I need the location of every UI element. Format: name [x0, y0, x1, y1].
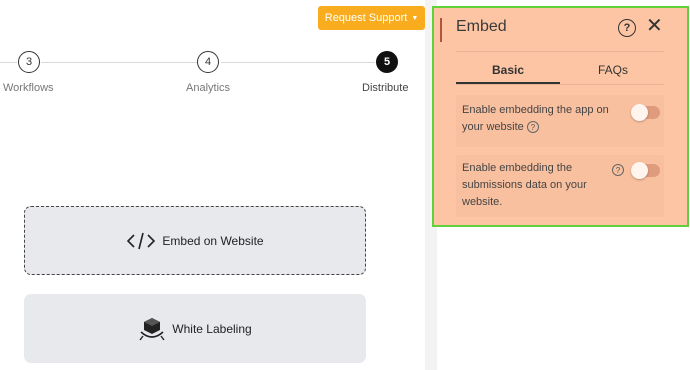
embed-on-website-card[interactable]: Embed on Website [24, 206, 366, 275]
toggle-knob [631, 104, 648, 121]
toggle-knob [631, 162, 648, 179]
tab-basic[interactable]: Basic [492, 63, 524, 77]
panel-title: Embed [456, 18, 507, 35]
step-4-circle[interactable]: 4 [197, 51, 219, 73]
help-icon[interactable]: ? [526, 121, 539, 134]
request-support-label: Request Support [324, 12, 408, 24]
step-connector [41, 62, 197, 63]
embed-submissions-toggle[interactable] [631, 162, 660, 179]
embed-submissions-option-text: Enable embedding the submissions data on… [462, 160, 587, 211]
tab-faqs[interactable]: FAQs [598, 63, 628, 77]
help-icon[interactable]: ? [618, 19, 636, 37]
code-icon [126, 230, 156, 252]
panel-divider-line [456, 51, 664, 52]
step-connector [0, 62, 17, 63]
step-4-label[interactable]: Analytics [186, 82, 230, 94]
panel-accent-bar [440, 18, 442, 42]
close-icon[interactable]: ✕ [646, 16, 663, 36]
embed-app-option-text: Enable embedding the app on your website… [462, 102, 609, 136]
embed-panel: Embed ? ✕ Basic FAQs Enable embedding th… [432, 6, 689, 227]
embed-submissions-line3: website. [462, 196, 503, 208]
embed-submissions-line1: Enable embedding the [462, 162, 573, 174]
embed-app-option-line2: your website [462, 121, 524, 133]
help-icon[interactable]: ? [612, 164, 624, 176]
step-3-label[interactable]: Workflows [3, 82, 54, 94]
step-5-label[interactable]: Distribute [362, 82, 408, 94]
embed-app-option-line1: Enable embedding the app on [462, 104, 609, 116]
step-5-circle[interactable]: 5 [376, 51, 398, 73]
embed-submissions-line2: submissions data on your [462, 179, 587, 191]
request-support-button[interactable]: Request Support ▼ [318, 6, 425, 30]
embed-card-label: Embed on Website [162, 233, 264, 248]
step-3-circle[interactable]: 3 [18, 51, 40, 73]
embed-app-toggle[interactable] [631, 104, 660, 121]
tabs-divider-line [456, 84, 664, 85]
caret-down-icon: ▼ [411, 14, 419, 22]
white-labeling-card[interactable]: White Labeling [24, 294, 366, 363]
white-label-card-label: White Labeling [172, 321, 252, 336]
step-connector [221, 62, 375, 63]
white-label-icon [138, 316, 166, 342]
